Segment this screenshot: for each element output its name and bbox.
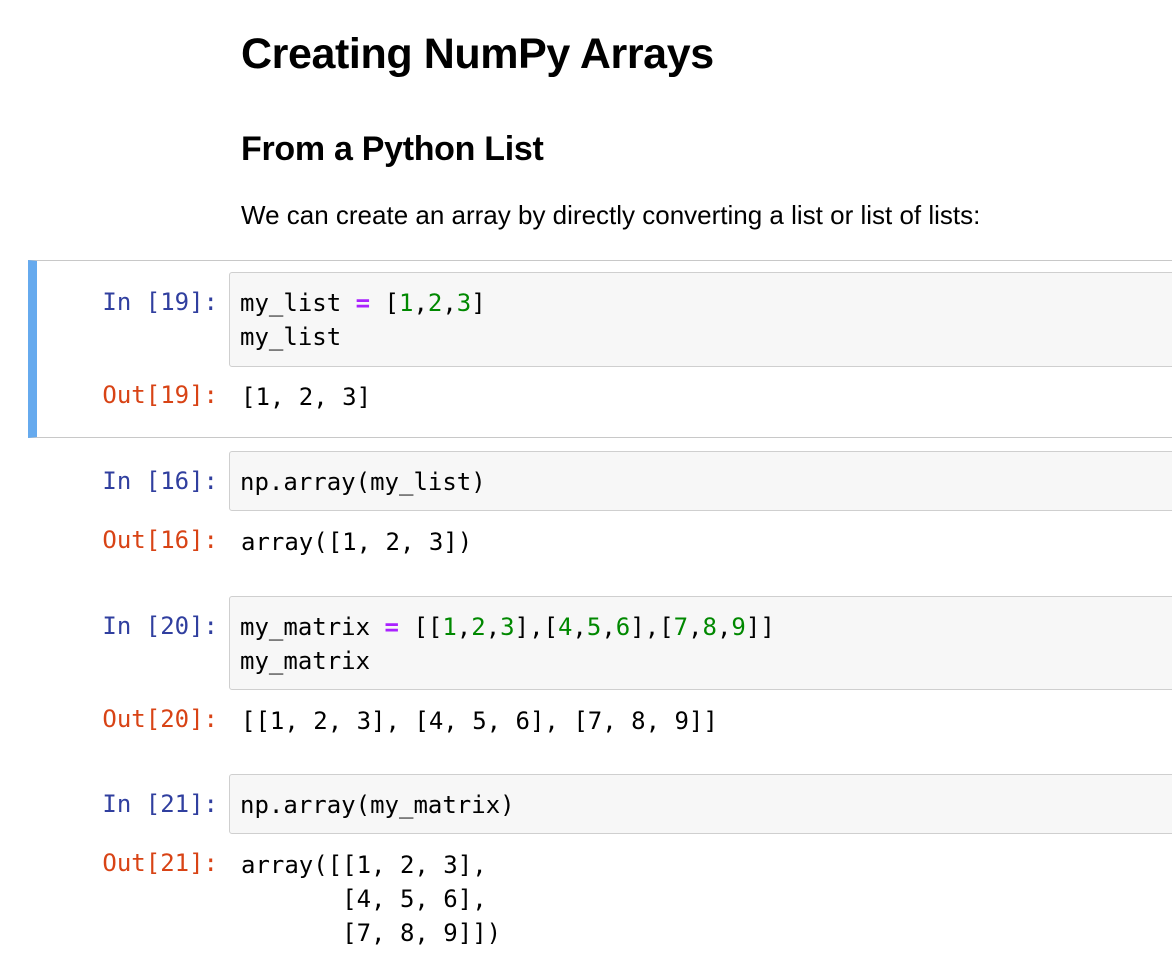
number-token: 4 xyxy=(557,613,573,641)
out-prompt: Out[16]: xyxy=(102,526,218,554)
number-token: 2 xyxy=(427,289,443,317)
code-input[interactable]: my_list = [1,2,3] my_list xyxy=(229,272,1172,367)
operator-token: = xyxy=(384,613,399,641)
in-prompt: In [16]: xyxy=(102,467,218,495)
out-prompt: Out[20]: xyxy=(102,705,218,733)
number-token: 7 xyxy=(673,613,689,641)
code-input[interactable]: np.array(my_matrix) xyxy=(229,774,1172,834)
number-token: 3 xyxy=(456,289,472,317)
number-token: 1 xyxy=(442,613,457,641)
output-text: [[1, 2, 3], [4, 5, 6], [7, 8, 9]] xyxy=(241,707,718,735)
in-prompt: In [21]: xyxy=(102,790,218,818)
code-input[interactable]: np.array(my_list) xyxy=(229,451,1172,511)
number-token: 6 xyxy=(615,613,631,641)
number-token: 2 xyxy=(471,613,486,641)
in-prompt: In [20]: xyxy=(102,612,218,640)
code-text: np.array(my_list) xyxy=(240,468,486,496)
in-prompt: In [19]: xyxy=(102,288,218,316)
number-token: 9 xyxy=(731,613,746,641)
output-text: array([1, 2, 3]) xyxy=(241,528,473,556)
notebook-title: Creating NumPy Arrays xyxy=(241,30,714,78)
output-text: array([[1, 2, 3], [4, 5, 6], [7, 8, 9]]) xyxy=(241,851,502,947)
out-prompt: Out[19]: xyxy=(102,381,218,409)
number-token: 1 xyxy=(398,289,414,317)
operator-token: = xyxy=(355,289,371,317)
code-text: np.array(my_matrix) xyxy=(240,791,515,819)
section-heading: From a Python List xyxy=(241,130,544,168)
number-token: 3 xyxy=(500,613,515,641)
number-token: 8 xyxy=(702,613,717,641)
code-text: my_list = [1,2,3] my_list xyxy=(240,289,486,351)
description-text: We can create an array by directly conve… xyxy=(241,200,981,230)
output-text: [1, 2, 3] xyxy=(241,383,372,411)
code-text: my_matrix = [[1,2,3],[4,5,6],[7,8,9]] my… xyxy=(240,613,775,675)
out-prompt: Out[21]: xyxy=(102,849,218,877)
number-token: 5 xyxy=(586,613,602,641)
code-input[interactable]: my_matrix = [[1,2,3],[4,5,6],[7,8,9]] my… xyxy=(229,596,1172,690)
